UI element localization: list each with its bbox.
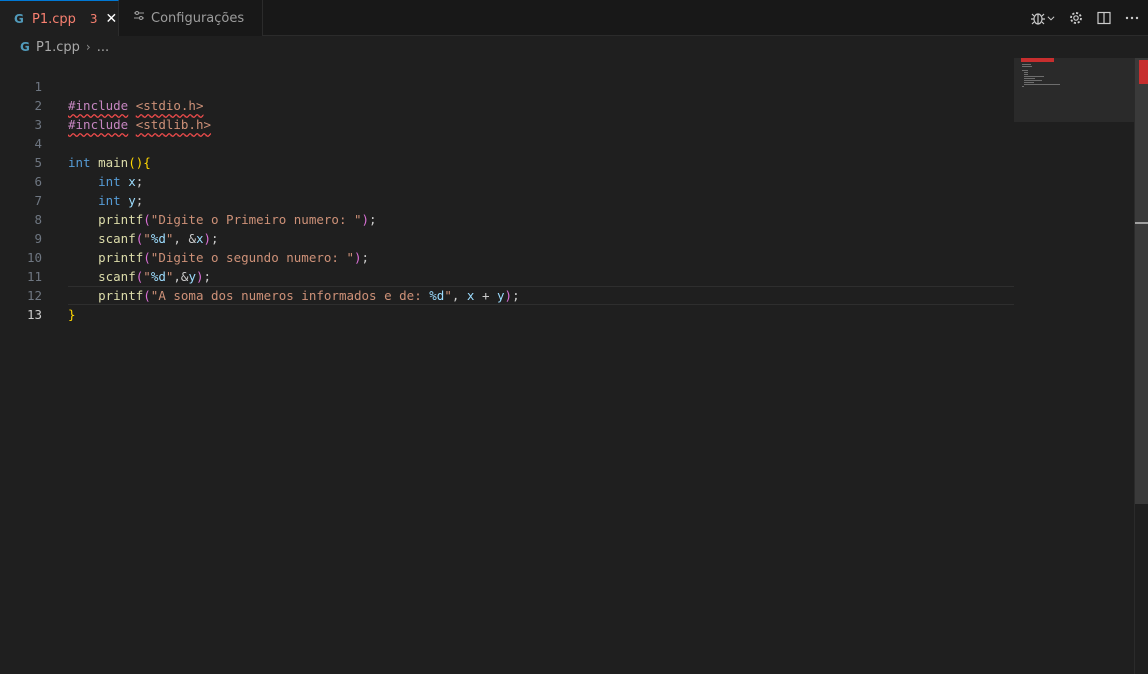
minimap-line	[1024, 74, 1028, 75]
tab-label: Configurações	[151, 10, 245, 26]
split-editor-icon	[1097, 11, 1111, 25]
code-line: 6 int y;	[0, 153, 1014, 208]
minimap-line	[1024, 76, 1044, 77]
scrollbar-cursor-marker	[1135, 222, 1148, 224]
minimap-line	[1024, 72, 1028, 73]
ellipsis-icon	[1125, 16, 1139, 20]
minimap-line	[1024, 84, 1060, 85]
close-brace: }	[68, 307, 76, 322]
scrollbar-error-marker	[1139, 60, 1148, 84]
code-line: 7 printf("Digite o Primeiro numero: ");	[0, 172, 1014, 227]
code-line: 3	[0, 96, 1014, 132]
code-line: 1 #include <stdio.h>	[0, 58, 1014, 113]
editor-actions	[1028, 0, 1142, 36]
gear-icon	[1070, 12, 1082, 24]
code-editor[interactable]: 1 #include <stdio.h> 2 #include <stdlib.…	[0, 58, 1014, 674]
close-icon[interactable]: ✕	[106, 11, 118, 27]
minimap-line	[1024, 78, 1035, 79]
cpp-file-icon: G	[14, 12, 24, 26]
tab-p1-cpp[interactable]: G P1.cpp 3 ✕	[0, 0, 119, 37]
chevron-right-icon: ›	[85, 40, 91, 54]
bug-icon	[1031, 13, 1045, 25]
minimap-line	[1022, 86, 1024, 87]
minimap-line	[1024, 80, 1042, 81]
more-actions-button[interactable]	[1122, 8, 1142, 28]
breadcrumb-file[interactable]: P1.cpp	[36, 40, 80, 55]
minimap-line	[1022, 66, 1032, 67]
vertical-scrollbar[interactable]	[1134, 58, 1148, 674]
split-editor-button[interactable]	[1094, 8, 1114, 28]
code-line: 11 printf("A soma dos numeros informados…	[0, 248, 1014, 303]
problems-count-badge: 3	[89, 12, 98, 26]
minimap-line	[1024, 82, 1034, 83]
settings-sliders-icon	[133, 10, 151, 26]
minimap[interactable]	[1014, 58, 1134, 122]
breadcrumb: G P1.cpp › ...	[0, 36, 1148, 58]
line-number: 13	[26, 307, 42, 322]
editor-tab-bar: G P1.cpp 3 ✕ Configurações	[0, 0, 1148, 37]
tab-label: P1.cpp	[32, 11, 76, 27]
code-line: 8 scanf("%d", &x);	[0, 191, 1014, 246]
code-line: 5 int x;	[0, 134, 1014, 189]
tab-configuracoes[interactable]: Configurações	[119, 0, 263, 36]
code-line: 2 #include <stdlib.h>	[0, 77, 1014, 132]
code-line: 4 int main(){	[0, 115, 1014, 170]
code-line: 13	[0, 286, 1014, 322]
minimap-error-marker	[1021, 58, 1054, 62]
scrollbar-thumb[interactable]	[1135, 58, 1148, 504]
chevron-down-icon	[1047, 16, 1055, 21]
debug-run-button[interactable]	[1028, 8, 1058, 28]
breadcrumb-more[interactable]: ...	[97, 40, 109, 55]
code-line: 9 printf("Digite o segundo numero: ");	[0, 210, 1014, 265]
minimap-line	[1022, 64, 1031, 65]
settings-button[interactable]	[1066, 8, 1086, 28]
cpp-file-icon: G	[20, 40, 30, 54]
code-line: 10 scanf("%d",&y);	[0, 229, 1014, 284]
code-line: 12 }	[0, 267, 1014, 322]
minimap-line	[1022, 70, 1028, 71]
